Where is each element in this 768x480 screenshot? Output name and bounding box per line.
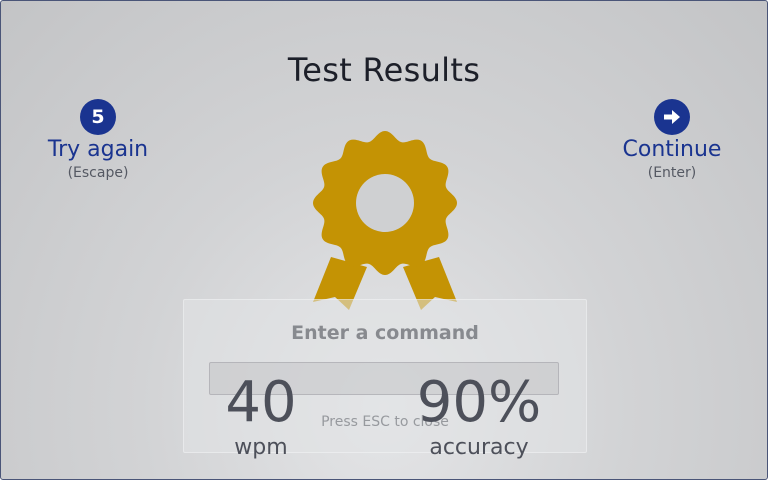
try-again-button[interactable]: 5 Try again (Escape) xyxy=(23,99,173,181)
continue-button[interactable]: Continue (Enter) xyxy=(597,99,747,181)
try-again-shortcut-hint: (Escape) xyxy=(67,165,129,181)
command-palette-title: Enter a command xyxy=(291,322,479,344)
arrow-right-icon xyxy=(654,99,690,135)
continue-shortcut-hint: (Enter) xyxy=(647,165,697,181)
wpm-stat: 40 wpm xyxy=(201,373,321,461)
test-results-window: Test Results 5 Try again (Escape) Contin… xyxy=(0,0,768,480)
accuracy-value: 90% xyxy=(416,370,542,435)
countdown-badge: 5 xyxy=(80,99,116,135)
accuracy-stat: 90% accuracy xyxy=(399,373,559,461)
continue-label: Continue xyxy=(622,137,722,162)
try-again-label: Try again xyxy=(47,137,149,162)
award-ribbon-icon xyxy=(313,131,457,310)
wpm-label: wpm xyxy=(234,435,288,460)
accuracy-label: accuracy xyxy=(429,435,529,460)
page-title: Test Results xyxy=(287,51,481,89)
wpm-value: 40 xyxy=(225,370,297,435)
